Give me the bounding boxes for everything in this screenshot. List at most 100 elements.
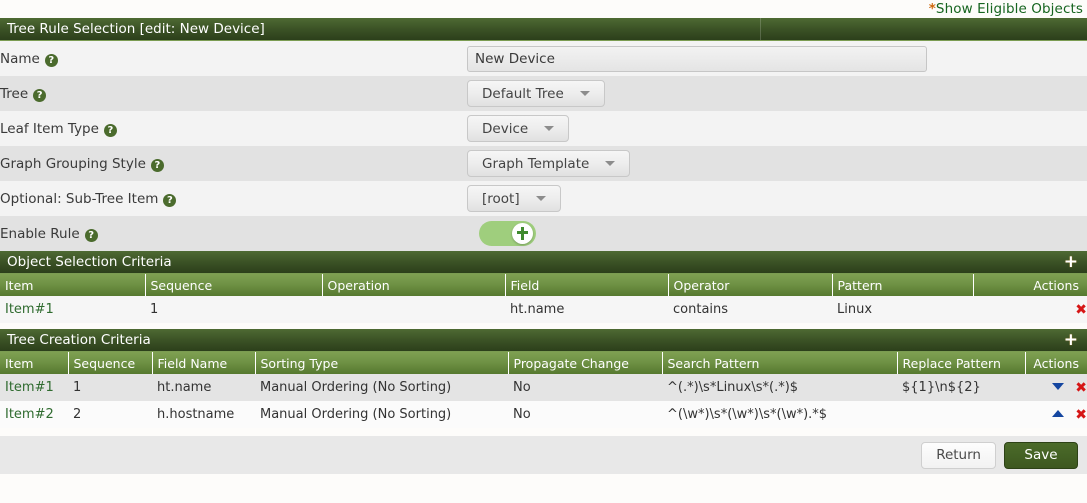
object-item-link[interactable]: Item#1 (5, 302, 54, 317)
sub-tree-item-select[interactable]: [root] (467, 185, 561, 212)
col-search-pattern[interactable]: Search Pattern (662, 352, 897, 374)
col-item[interactable]: Item (0, 274, 145, 296)
graph-grouping-style-select[interactable]: Graph Template (467, 150, 630, 177)
table-row: Item#1 1 ht.name Manual Ordering (No Sor… (0, 374, 1087, 401)
return-button[interactable]: Return (921, 442, 996, 469)
field-enable-rule (467, 216, 1087, 251)
name-input[interactable] (467, 46, 927, 72)
form-row-name: Name? (0, 41, 1087, 76)
form-row-sub-tree-item: Optional: Sub-Tree Item? [root] (0, 181, 1087, 216)
rule-form: Name? Tree? Default Tree Leaf Item Type? (0, 41, 1087, 251)
tree-item-link[interactable]: Item#2 (5, 407, 54, 422)
help-icon[interactable]: ? (33, 89, 46, 102)
cell-field: ht.name (505, 296, 668, 323)
col-propagate-change[interactable]: Propagate Change (508, 352, 662, 374)
object-selection-criteria-table: Item Sequence Operation Field Operator P… (0, 274, 1087, 323)
label-leaf-item-type: Leaf Item Type? (0, 111, 467, 146)
col-sequence[interactable]: Sequence (68, 352, 152, 374)
table-header-row: Item Sequence Field Name Sorting Type Pr… (0, 352, 1087, 374)
tree-select[interactable]: Default Tree (467, 80, 605, 107)
cell-actions: ✖ (1025, 401, 1087, 428)
tree-rule-selection-title: Tree Rule Selection [edit: New Device] (7, 21, 265, 37)
top-link-bar: *Show Eligible Objects (0, 0, 1087, 18)
cell-replace-pattern: ${1}\n${2} (897, 374, 1025, 401)
delete-icon[interactable]: ✖ (1075, 407, 1087, 423)
help-icon[interactable]: ? (45, 54, 58, 67)
cell-search-pattern: ^(.*)\s*Linux\s*(.*)$ (662, 374, 897, 401)
chevron-down-icon (536, 196, 546, 201)
col-actions: Actions (973, 274, 1087, 296)
add-object-criteria-icon[interactable]: + (1064, 251, 1078, 273)
show-eligible-objects-link[interactable]: *Show Eligible Objects (929, 1, 1083, 17)
cell-sequence: 1 (68, 374, 152, 401)
show-eligible-objects-label: Show Eligible Objects (936, 1, 1083, 17)
cell-sequence: 2 (68, 401, 152, 428)
field-graph-grouping-style: Graph Template (467, 146, 1087, 181)
col-actions: Actions (1025, 352, 1087, 374)
cell-field-name: ht.name (152, 374, 255, 401)
help-icon[interactable]: ? (85, 229, 98, 242)
tree-item-link[interactable]: Item#1 (5, 380, 54, 395)
cell-sorting-type: Manual Ordering (No Sorting) (255, 401, 508, 428)
leaf-item-type-value: Device (482, 121, 528, 137)
col-sorting-type[interactable]: Sorting Type (255, 352, 508, 374)
form-row-graph-grouping-style: Graph Grouping Style? Graph Template (0, 146, 1087, 181)
tree-creation-criteria-table: Item Sequence Field Name Sorting Type Pr… (0, 352, 1087, 428)
label-graph-grouping-style-text: Graph Grouping Style (0, 156, 146, 172)
label-sub-tree-item-text: Optional: Sub-Tree Item (0, 191, 158, 207)
tree-creation-criteria-header: Tree Creation Criteria + (0, 329, 1087, 352)
enable-rule-toggle[interactable] (479, 221, 536, 246)
move-up-icon[interactable] (1052, 410, 1064, 417)
cell-replace-pattern (897, 401, 1025, 428)
col-replace-pattern[interactable]: Replace Pattern (897, 352, 1025, 374)
add-tree-criteria-icon[interactable]: + (1064, 329, 1078, 351)
field-sub-tree-item: [root] (467, 181, 1087, 216)
tree-rule-editor-page: *Show Eligible Objects Tree Rule Selecti… (0, 0, 1087, 503)
label-sub-tree-item: Optional: Sub-Tree Item? (0, 181, 467, 216)
save-button[interactable]: Save (1004, 442, 1078, 469)
label-enable-rule-text: Enable Rule (0, 226, 80, 242)
col-item[interactable]: Item (0, 352, 68, 374)
delete-icon[interactable]: ✖ (1075, 302, 1087, 318)
leaf-item-type-select[interactable]: Device (467, 115, 569, 142)
field-leaf-item-type: Device (467, 111, 1087, 146)
move-down-icon[interactable] (1052, 383, 1064, 390)
toggle-knob-icon (512, 223, 533, 244)
cell-item: Item#2 (0, 401, 68, 428)
chevron-down-icon (544, 126, 554, 131)
col-operation[interactable]: Operation (322, 274, 505, 296)
help-icon[interactable]: ? (163, 194, 176, 207)
table-row: Item#2 2 h.hostname Manual Ordering (No … (0, 401, 1087, 428)
label-leaf-item-type-text: Leaf Item Type (0, 121, 99, 137)
col-sequence[interactable]: Sequence (145, 274, 322, 296)
delete-icon[interactable]: ✖ (1075, 380, 1087, 396)
col-field-name[interactable]: Field Name (152, 352, 255, 374)
help-icon[interactable]: ? (151, 159, 164, 172)
asterisk-icon: * (929, 1, 936, 17)
col-pattern[interactable]: Pattern (832, 274, 973, 296)
cell-pattern: Linux (832, 296, 973, 323)
cell-search-pattern: ^(\w*)\s*(\w*)\s*(\w*).*$ (662, 401, 897, 428)
field-name (467, 41, 1087, 76)
cell-actions: ✖ (973, 296, 1087, 323)
object-selection-criteria-header: Object Selection Criteria + (0, 251, 1087, 274)
tree-select-value: Default Tree (482, 86, 564, 102)
cell-operation (322, 296, 505, 323)
cell-propagate-change: No (508, 374, 662, 401)
chevron-down-icon (605, 161, 615, 166)
cell-field-name: h.hostname (152, 401, 255, 428)
label-graph-grouping-style: Graph Grouping Style? (0, 146, 467, 181)
form-row-tree: Tree? Default Tree (0, 76, 1087, 111)
cell-sorting-type: Manual Ordering (No Sorting) (255, 374, 508, 401)
label-name: Name? (0, 41, 467, 76)
graph-grouping-style-value: Graph Template (482, 156, 589, 172)
cell-item: Item#1 (0, 296, 145, 323)
help-icon[interactable]: ? (104, 124, 117, 137)
col-field[interactable]: Field (505, 274, 668, 296)
tree-rule-selection-header: Tree Rule Selection [edit: New Device] (0, 18, 1087, 41)
cell-actions: ✖ (1025, 374, 1087, 401)
col-operator[interactable]: Operator (668, 274, 832, 296)
cell-item: Item#1 (0, 374, 68, 401)
table-row: Item#1 1 ht.name contains Linux ✖ (0, 296, 1087, 323)
object-selection-criteria-title: Object Selection Criteria (7, 254, 172, 270)
